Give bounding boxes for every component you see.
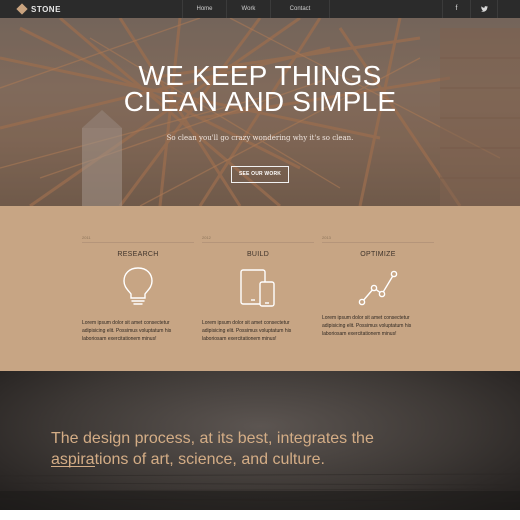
services-section: 2011 RESEARCH Lorem ipsum dolor sit amet… <box>0 206 520 371</box>
service-year: 2012 <box>202 235 211 240</box>
service-description: Lorem ipsum dolor sit amet consectetur a… <box>202 320 292 342</box>
see-our-work-button[interactable]: SEE OUR WORK <box>231 166 289 183</box>
lightbulb-icon <box>123 267 153 305</box>
social-links: f <box>442 0 498 18</box>
hero-title-line1: WE KEEP THINGS <box>138 60 382 91</box>
quote-line2: aspirations of art, science, and culture… <box>51 451 325 468</box>
quote-underline <box>51 466 95 467</box>
page-bottom-strip <box>0 510 520 520</box>
service-title: RESEARCH <box>117 251 159 258</box>
twitter-icon[interactable] <box>470 0 498 18</box>
nav-link-contact[interactable]: Contact <box>270 0 330 18</box>
divider <box>202 242 314 243</box>
service-description: Lorem ipsum dolor sit amet consectetur a… <box>82 320 172 342</box>
service-year: 2013 <box>322 235 331 240</box>
quote-section: The design process, at its best, integra… <box>0 371 520 510</box>
service-title: BUILD <box>246 251 270 258</box>
divider <box>322 242 434 243</box>
quote-line1: The design process, at its best, integra… <box>51 430 374 447</box>
hero-section: WE KEEP THINGS CLEAN AND SIMPLE So clean… <box>0 18 520 206</box>
brand[interactable]: STONE <box>16 2 61 16</box>
diamond-logo-icon <box>16 3 28 15</box>
nav-links: Home Work Contact <box>182 0 330 18</box>
devices-icon <box>240 269 275 307</box>
divider <box>82 242 194 243</box>
top-navbar: STONE Home Work Contact f <box>0 0 520 18</box>
nav-link-home[interactable]: Home <box>182 0 226 18</box>
nav-link-work[interactable]: Work <box>226 0 270 18</box>
brand-name: STONE <box>31 4 61 14</box>
line-chart-icon <box>358 270 398 306</box>
hero-title-line2: CLEAN AND SIMPLE <box>123 86 397 117</box>
service-title: OPTIMIZE <box>360 251 396 258</box>
hero-subtitle: So clean you'll go crazy wondering why i… <box>166 134 354 142</box>
service-description: Lorem ipsum dolor sit amet consectetur a… <box>322 315 412 337</box>
facebook-icon[interactable]: f <box>442 0 470 18</box>
service-year: 2011 <box>82 235 91 240</box>
